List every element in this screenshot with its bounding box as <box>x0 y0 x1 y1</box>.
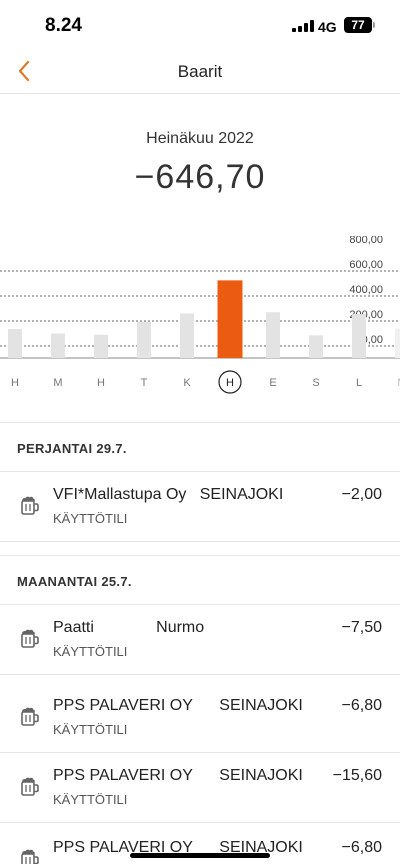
transaction-amount: −6,80 <box>341 839 382 856</box>
chart-bar[interactable] <box>266 312 280 358</box>
y-tick-label: 600,00 <box>349 259 383 271</box>
battery-icon: 77 <box>344 17 372 33</box>
x-tick-label[interactable]: T <box>141 377 148 389</box>
battery-level: 77 <box>351 18 365 32</box>
beer-mug-icon <box>21 496 39 515</box>
y-tick-label: 800,00 <box>349 236 383 246</box>
x-tick-label[interactable]: L <box>356 377 362 389</box>
beer-mug-icon <box>21 849 39 864</box>
signal-icon <box>292 20 314 32</box>
network-type: 4G <box>318 19 337 35</box>
account-name: KÄYTTÖTILI <box>53 792 128 807</box>
x-tick-label[interactable]: H <box>11 377 19 389</box>
x-tick-label[interactable]: S <box>312 377 319 389</box>
account-name: KÄYTTÖTILI <box>53 511 128 526</box>
y-tick-label: 400,00 <box>349 284 383 296</box>
transaction-amount: −2,00 <box>341 486 382 503</box>
merchant-name: PPS PALAVERI OY SEINAJOKI <box>53 697 303 714</box>
chart-bar[interactable] <box>137 321 151 358</box>
x-tick-label[interactable]: H <box>226 377 234 389</box>
chart-bar[interactable] <box>94 334 108 358</box>
battery-tip <box>373 22 375 28</box>
beer-mug-icon <box>21 707 39 726</box>
chart-bar[interactable] <box>51 333 65 359</box>
transaction-row[interactable]: VFI*Mallastupa Oy SEINAJOKI KÄYTTÖTILI −… <box>0 472 400 542</box>
section-header: PERJANTAI 29.7. <box>0 422 400 472</box>
account-name: KÄYTTÖTILI <box>53 644 128 659</box>
transaction-row[interactable]: PPS PALAVERI OY SEINAJOKI KÄYTTÖTILI −6,… <box>0 683 400 753</box>
home-indicator <box>130 853 270 858</box>
chart-bar[interactable] <box>309 335 323 358</box>
month-label: Heinäkuu 2022 <box>146 130 254 147</box>
section-title: PERJANTAI 29.7. <box>17 441 127 456</box>
merchant-name: VFI*Mallastupa Oy SEINAJOKI <box>53 486 284 503</box>
transaction-row[interactable]: Paatti Nurmo KÄYTTÖTILI −7,50 <box>0 605 400 675</box>
beer-mug-icon <box>21 629 39 648</box>
x-tick-label[interactable]: K <box>183 377 191 389</box>
spending-bar-chart[interactable]: 800,00600,00400,00200,000,00HMHTKHESLMJ <box>0 236 400 396</box>
transaction-amount: −6,80 <box>341 697 382 714</box>
x-tick-label[interactable]: E <box>269 377 276 389</box>
beer-mug-icon <box>21 777 39 796</box>
transaction-amount: −15,60 <box>332 767 382 784</box>
status-bar: 8.24 4G 77 <box>0 0 400 50</box>
x-tick-label[interactable]: H <box>97 377 105 389</box>
status-time: 8.24 <box>45 15 82 36</box>
transaction-row[interactable]: PPS PALAVERI OY SEINAJOKI KÄYTTÖTILI −15… <box>0 753 400 823</box>
chart-bar[interactable] <box>395 328 400 359</box>
page-title: Baarit <box>177 62 223 81</box>
section-title: MAANANTAI 25.7. <box>17 574 132 589</box>
nav-bar: Baarit <box>0 50 400 94</box>
account-name: KÄYTTÖTILI <box>53 722 128 737</box>
merchant-name: Paatti Nurmo <box>53 619 205 636</box>
chart-bar[interactable] <box>8 329 22 358</box>
x-tick-label[interactable]: M <box>53 377 62 389</box>
selected-bar[interactable] <box>217 280 243 358</box>
transaction-amount: −7,50 <box>341 619 382 636</box>
merchant-name: PPS PALAVERI OY SEINAJOKI <box>53 767 303 784</box>
chart-bar[interactable] <box>180 313 194 359</box>
transaction-row[interactable]: PPS PALAVERI OY SEINAJOKI −6,80 <box>0 825 400 864</box>
total-amount: −646,70 <box>134 158 266 196</box>
chart-bar[interactable] <box>352 314 366 358</box>
section-header: MAANANTAI 25.7. <box>0 555 400 605</box>
